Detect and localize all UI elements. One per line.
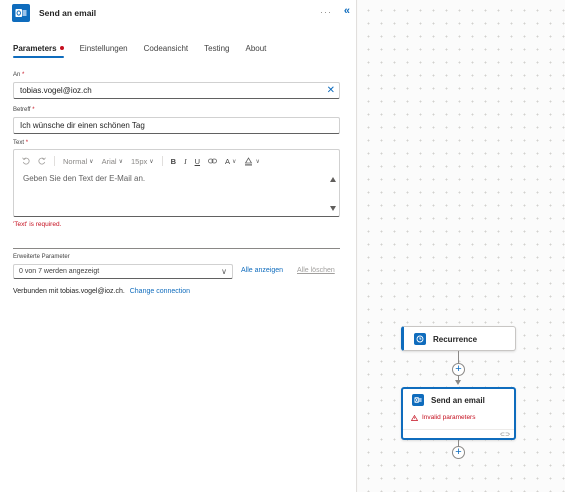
add-step-button[interactable]: + [452, 363, 465, 376]
advanced-parameters-label: Erweiterte Parameter [13, 254, 70, 260]
advanced-parameters-value: 0 von 7 werden angezeigt [19, 268, 100, 275]
panel-title: Send an email [39, 8, 97, 18]
italic-button[interactable]: I [184, 157, 187, 166]
change-connection-link[interactable]: Change connection [130, 288, 190, 295]
underline-button[interactable]: U [195, 157, 200, 166]
more-options-icon[interactable]: ··· [320, 7, 332, 17]
node-footer: ⊂⊃ [403, 429, 514, 438]
tab-bar: Parameters Einstellungen Codeansicht Tes… [13, 44, 282, 58]
tab-einstellungen[interactable]: Einstellungen [80, 44, 128, 58]
body-label: Text * [13, 140, 29, 146]
size-dropdown[interactable]: 15px ∨ [131, 157, 154, 166]
redo-icon[interactable] [38, 157, 46, 165]
recurrence-title: Recurrence [433, 335, 478, 344]
action-details-panel: Send an email ··· « Parameters Einstellu… [0, 0, 357, 492]
warning-icon [411, 414, 418, 421]
outlook-icon [412, 394, 424, 406]
bold-button[interactable]: B [171, 157, 176, 166]
font-dropdown[interactable]: Arial ∨ [102, 157, 123, 166]
add-step-button[interactable]: + [452, 446, 465, 459]
scroll-down-arrow-icon[interactable] [330, 206, 336, 211]
chevron-down-icon: ∨ [232, 158, 237, 165]
undo-icon[interactable] [22, 157, 30, 165]
show-all-link[interactable]: Alle anzeigen [241, 267, 283, 274]
clear-icon[interactable]: ✕ [327, 83, 335, 98]
chevron-down-icon: ∨ [255, 158, 260, 165]
connector-arrow [455, 380, 461, 385]
collapse-panel-icon[interactable]: « [344, 5, 350, 17]
panel-header: Send an email ··· « [12, 4, 352, 22]
chevron-down-icon: ∨ [149, 158, 154, 165]
recurrence-node[interactable]: Recurrence [401, 326, 516, 351]
to-label: An * [13, 72, 25, 78]
send-email-node[interactable]: Send an email Invalid parameters ⊂⊃ [401, 387, 516, 440]
outlook-icon [12, 4, 30, 22]
advanced-parameters-select[interactable]: 0 von 7 werden angezeigt ∨ [13, 264, 233, 279]
body-placeholder: Geben Sie den Text der E-Mail an. [23, 174, 146, 183]
scroll-up-arrow-icon[interactable] [330, 177, 336, 182]
link-icon[interactable] [208, 158, 217, 164]
tab-testing[interactable]: Testing [204, 44, 229, 58]
body-error-message: 'Text' is required. [13, 221, 62, 228]
section-divider [13, 248, 340, 249]
clock-icon [414, 333, 426, 345]
chevron-down-icon: ∨ [89, 158, 94, 165]
link-icon: ⊂⊃ [499, 432, 510, 438]
subject-value: Ich wünsche dir einen schönen Tag [20, 121, 145, 130]
font-color-button[interactable]: A ∨ [225, 157, 236, 166]
connection-info: Verbunden mit tobias.vogel@ioz.ch. Chang… [13, 288, 190, 295]
body-editor[interactable]: Normal ∨ Arial ∨ 15px ∨ B I U A ∨ ∨ Geben Si… [13, 149, 340, 217]
clear-all-link[interactable]: Alle löschen [297, 267, 335, 274]
toolbar-divider [161, 156, 163, 166]
connector-line [458, 351, 459, 363]
connection-text: Verbunden mit tobias.vogel@ioz.ch. [13, 288, 125, 295]
to-field[interactable]: tobias.vogel@ioz.ch ✕ [13, 82, 340, 99]
error-dot-icon [59, 46, 64, 50]
tab-codeansicht[interactable]: Codeansicht [144, 44, 188, 58]
tab-parameters[interactable]: Parameters [13, 44, 64, 58]
subject-field[interactable]: Ich wünsche dir einen schönen Tag [13, 117, 340, 134]
editor-toolbar: Normal ∨ Arial ∨ 15px ∨ B I U A ∨ ∨ [22, 155, 268, 167]
chevron-down-icon: ∨ [118, 158, 123, 165]
invalid-parameters-status: Invalid parameters [411, 414, 475, 421]
format-dropdown[interactable]: Normal ∨ [63, 157, 94, 166]
to-value: tobias.vogel@ioz.ch [20, 86, 92, 95]
send-email-title: Send an email [431, 396, 485, 405]
toolbar-divider [54, 156, 55, 166]
highlight-icon[interactable]: ∨ [244, 156, 260, 166]
tab-about[interactable]: About [245, 44, 266, 58]
chevron-down-icon: ∨ [221, 267, 227, 276]
subject-label: Betreff * [13, 107, 35, 113]
